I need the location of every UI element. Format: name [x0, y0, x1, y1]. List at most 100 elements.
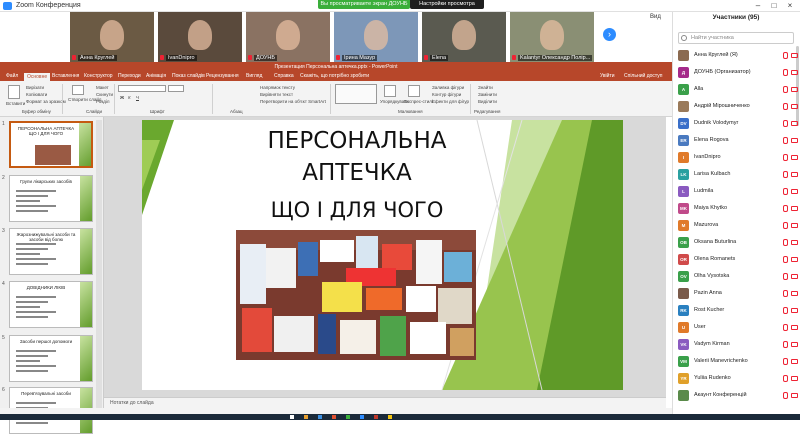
- bold-icon[interactable]: Ж: [120, 95, 124, 100]
- participant-row[interactable]: A Alla: [672, 82, 800, 98]
- video-tile[interactable]: Ірина Мазур: [334, 12, 418, 62]
- participant-row[interactable]: I IvanDnipro: [672, 150, 800, 166]
- thumbnail-decoration: [79, 123, 91, 166]
- shape-outline-button[interactable]: Контур фігури: [432, 92, 461, 97]
- shapes-gallery[interactable]: [335, 84, 377, 104]
- ribbon-tab[interactable]: Вставлення: [52, 73, 79, 79]
- shape-fill-button[interactable]: Заливка фігури: [432, 85, 464, 90]
- replace-button[interactable]: Замінити: [478, 92, 497, 97]
- paste-icon[interactable]: [8, 85, 20, 99]
- taskbar-app-icon[interactable]: [346, 415, 350, 419]
- quick-styles-icon[interactable]: [408, 85, 420, 97]
- copy-button[interactable]: Копіювати: [26, 92, 47, 97]
- ribbon-tab[interactable]: Скажіть, що потрібно зробити: [300, 73, 369, 79]
- slide-number: 4: [2, 281, 5, 287]
- close-icon[interactable]: ×: [784, 1, 796, 11]
- underline-icon[interactable]: Ч: [136, 95, 139, 100]
- next-videos-button[interactable]: ›: [603, 28, 616, 41]
- video-tile[interactable]: Анна Круглей: [70, 12, 154, 62]
- maximize-icon[interactable]: □: [768, 1, 780, 11]
- share-button[interactable]: Спільний доступ: [624, 73, 662, 79]
- quick-styles-button[interactable]: Експрес-стилі: [404, 99, 433, 104]
- participant-row[interactable]: Д ДОУНБ (Организатор): [672, 65, 800, 81]
- arrange-icon[interactable]: [384, 85, 396, 97]
- participant-row[interactable]: VK Vadym Kirman: [672, 337, 800, 353]
- view-options-button[interactable]: Настройки просмотра: [410, 0, 484, 9]
- slide-thumbnail[interactable]: Групи лікарських засобів: [9, 175, 93, 222]
- video-tile[interactable]: Elena: [422, 12, 506, 62]
- ribbon-tab[interactable]: Конструктор: [84, 73, 113, 79]
- ribbon-tab[interactable]: Показ слайдів: [172, 73, 205, 79]
- taskbar-app-icon[interactable]: [388, 415, 392, 419]
- participant-row[interactable]: YR Yuliia Rudenko: [672, 371, 800, 387]
- cut-button[interactable]: Вирізати: [26, 85, 44, 90]
- taskbar-app-icon[interactable]: [318, 415, 322, 419]
- align-text-button[interactable]: Вирівняти текст: [260, 92, 293, 97]
- layout-button[interactable]: Макет: [96, 85, 109, 90]
- notes-pane[interactable]: Нотатки до слайда: [104, 397, 666, 408]
- taskbar-app-icon[interactable]: [360, 415, 364, 419]
- thumbnail-text-line: [16, 210, 48, 212]
- thumbnail-decoration: [80, 176, 92, 221]
- font-size-dropdown[interactable]: [168, 85, 184, 92]
- video-tile[interactable]: IvanDnipro: [158, 12, 242, 62]
- italic-icon[interactable]: К: [128, 95, 131, 100]
- reset-button[interactable]: Скинути: [96, 92, 113, 97]
- participant-row[interactable]: OV Olha Vysotska: [672, 269, 800, 285]
- video-tile[interactable]: Kalantyr Олександр Полiр...: [510, 12, 594, 62]
- taskbar-app-icon[interactable]: [374, 415, 378, 419]
- select-button[interactable]: Виділити: [478, 99, 497, 104]
- slide-thumbnail[interactable]: Жарознижувальні засоби та засоби від бол…: [9, 228, 93, 275]
- muted-mic-icon: [783, 290, 788, 297]
- ribbon-tab[interactable]: Вигляд: [246, 73, 262, 79]
- participant-row[interactable]: Pazin Anna: [672, 286, 800, 302]
- ribbon-tab[interactable]: Справка: [274, 73, 294, 79]
- participant-row[interactable]: M Mazurova: [672, 218, 800, 234]
- find-button[interactable]: Знайти: [478, 85, 493, 90]
- ribbon-tab[interactable]: Переходи: [118, 73, 141, 79]
- participant-row[interactable]: VM Valerii Manevrichenko: [672, 354, 800, 370]
- smartart-button[interactable]: Перетворити на об'єкт SmartArt: [260, 99, 326, 104]
- ribbon-tab[interactable]: Рецензування: [206, 73, 239, 79]
- participant-row[interactable]: ER Elena Rogova: [672, 133, 800, 149]
- shape-effects-button[interactable]: Ефекти для фігур: [432, 99, 469, 104]
- participant-row[interactable]: Андрій Мірошниченко: [672, 99, 800, 115]
- font-name-dropdown[interactable]: [118, 85, 166, 92]
- participant-row[interactable]: RK Rost Kucher: [672, 303, 800, 319]
- thumbnail-decoration: [80, 229, 92, 274]
- view-label[interactable]: Вид: [650, 14, 661, 20]
- slide-thumbnail[interactable]: Засоби першої допомоги: [9, 335, 93, 382]
- format-painter-button[interactable]: Формат за зразком: [26, 99, 66, 104]
- avatar: OB: [678, 237, 689, 248]
- participant-row[interactable]: Анна Круглей (Я): [672, 48, 800, 64]
- participant-row[interactable]: OR Olena Romanets: [672, 252, 800, 268]
- paste-button[interactable]: Вставити: [6, 101, 25, 106]
- taskbar-app-icon[interactable]: [332, 415, 336, 419]
- taskbar-app-icon[interactable]: [290, 415, 294, 419]
- participant-row[interactable]: OB Oksana Buturlina: [672, 235, 800, 251]
- ribbon-tab[interactable]: Основне: [24, 73, 51, 81]
- slide-thumbnail[interactable]: ПЕРСОНАЛЬНА АПТЕЧКА ЩО І ДЛЯ ЧОГО: [9, 121, 93, 168]
- participant-search-input[interactable]: Найти участника: [678, 32, 794, 44]
- participant-row[interactable]: MK Maiya Khytko: [672, 201, 800, 217]
- sign-in-link[interactable]: Увійти: [600, 73, 615, 79]
- participant-row[interactable]: L Ludmila: [672, 184, 800, 200]
- thumbnail-scrollbar[interactable]: [96, 120, 102, 410]
- taskbar-app-icon[interactable]: [304, 415, 308, 419]
- video-tile[interactable]: ДОУНБ: [246, 12, 330, 62]
- text-direction-button[interactable]: Напрямок тексту: [260, 85, 295, 90]
- thumbnail-text-line: [16, 311, 56, 313]
- ribbon-tab[interactable]: Анімація: [146, 73, 166, 79]
- new-slide-icon[interactable]: [72, 85, 84, 95]
- participant-name: Pazin Anna: [694, 290, 722, 296]
- slide-thumbnail[interactable]: ДОВІДНИКИ ЛІКІВ: [9, 281, 93, 328]
- participant-row[interactable]: DV Dudnik Volodymyr: [672, 116, 800, 132]
- section-button[interactable]: Розділ: [96, 99, 109, 104]
- current-slide[interactable]: ПЕРСОНАЛЬНА АПТЕЧКА ЩО І ДЛЯ ЧОГО: [142, 120, 623, 390]
- participant-row[interactable]: LK Larisa Kulbach: [672, 167, 800, 183]
- muted-mic-icon: [783, 324, 788, 331]
- participant-row[interactable]: U User: [672, 320, 800, 336]
- minimize-icon[interactable]: –: [752, 1, 764, 11]
- ribbon-tab[interactable]: Файл: [6, 73, 18, 79]
- participant-row[interactable]: Акаунт Конференцій: [672, 388, 800, 404]
